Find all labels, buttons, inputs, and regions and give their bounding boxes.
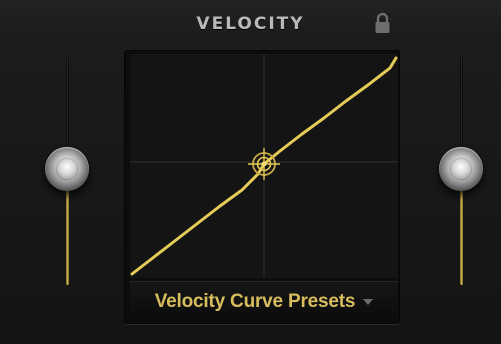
velocity-panel: VELOCITY Velocity Curve Presets [0,0,501,344]
slider-track-filled [66,190,69,285]
velocity-curve-presets-dropdown[interactable]: Velocity Curve Presets [130,281,398,322]
triangle-down-icon [363,299,374,305]
slider-knob[interactable] [439,147,483,191]
left-velocity-slider[interactable] [38,50,98,290]
slider-knob[interactable] [45,147,89,191]
velocity-curve-graph[interactable] [130,54,398,278]
right-velocity-slider[interactable] [432,50,492,290]
preset-dropdown-label: Velocity Curve Presets [154,291,356,312]
panel-title: VELOCITY [196,14,305,34]
lock-icon[interactable] [374,12,391,34]
slider-track-upper [66,56,69,156]
slider-track-filled [460,190,463,285]
slider-track-upper [460,56,463,156]
